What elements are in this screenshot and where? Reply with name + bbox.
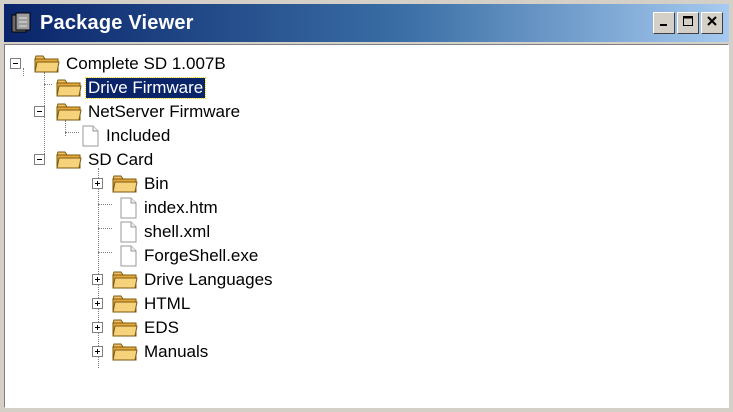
file-icon [80, 125, 100, 147]
expand-icon[interactable] [92, 346, 103, 357]
collapse-icon[interactable] [10, 58, 21, 69]
title-bar[interactable]: Package Viewer [4, 4, 729, 42]
tree-connector [98, 228, 112, 229]
folder-icon [34, 54, 60, 74]
folder-icon [112, 294, 138, 314]
folder-icon [56, 78, 82, 98]
tree-node-label: Drive Languages [144, 270, 273, 289]
tree-node-drive-languages[interactable]: Drive Languages [92, 268, 275, 292]
expand-icon[interactable] [92, 298, 103, 309]
folder-icon [112, 342, 138, 362]
tree-node-label: Drive Firmware [84, 77, 207, 99]
tree-node-bin[interactable]: Bin [92, 172, 171, 196]
close-icon [706, 14, 718, 32]
tree-node-included[interactable]: Included [80, 124, 172, 148]
minimize-icon [658, 14, 670, 32]
folder-icon [56, 102, 82, 122]
file-icon [118, 221, 138, 243]
folder-icon [56, 150, 82, 170]
tree-node-root[interactable]: Complete SD 1.007B [10, 52, 228, 76]
expand-icon[interactable] [92, 274, 103, 285]
tree-node-label: index.htm [144, 198, 218, 217]
tree-node-label: Manuals [144, 342, 209, 361]
minimize-button[interactable] [653, 12, 675, 34]
expand-icon[interactable] [92, 322, 103, 333]
tree-node-label: SD Card [88, 150, 154, 169]
tree-node-eds[interactable]: EDS [92, 316, 181, 340]
tree-node-drive-firmware[interactable]: Drive Firmware [56, 76, 207, 100]
maximize-button[interactable] [677, 12, 699, 34]
tree-node-label: Included [106, 126, 171, 145]
collapse-icon[interactable] [34, 154, 45, 165]
tree-node-sd-card[interactable]: SD Card [34, 148, 155, 172]
tree-node-html[interactable]: HTML [92, 292, 192, 316]
tree-node-manuals[interactable]: Manuals [92, 340, 210, 364]
window-controls [653, 12, 723, 34]
tree-node-label: Bin [144, 174, 169, 193]
tree-connector [98, 252, 112, 253]
folder-icon [112, 174, 138, 194]
tree-connector [44, 84, 52, 85]
maximize-icon [682, 14, 694, 32]
expand-icon[interactable] [92, 178, 103, 189]
tree-node-shell-xml[interactable]: shell.xml [118, 220, 212, 244]
tree-connector [98, 204, 112, 205]
tree-node-label: HTML [144, 294, 191, 313]
window-title: Package Viewer [40, 11, 194, 34]
tree-node-index-htm[interactable]: index.htm [118, 196, 220, 220]
package-tree: Complete SD 1.007B Drive Firmware NetSer… [8, 44, 728, 404]
file-icon [118, 197, 138, 219]
tree-node-label: EDS [144, 318, 179, 337]
file-icon [118, 245, 138, 267]
tree-connector [65, 132, 79, 133]
tree-node-netserver-firmware[interactable]: NetServer Firmware [34, 100, 242, 124]
tree-node-label: shell.xml [144, 222, 211, 241]
tree-node-forgeshell-exe[interactable]: ForgeShell.exe [118, 244, 260, 268]
app-icon [10, 11, 34, 35]
package-viewer-window: Package Viewer Complete SD 1.007B Drive … [0, 0, 733, 412]
folder-icon [112, 270, 138, 290]
folder-icon [112, 318, 138, 338]
collapse-icon[interactable] [34, 106, 45, 117]
tree-node-label: ForgeShell.exe [144, 246, 259, 265]
close-button[interactable] [701, 12, 723, 34]
tree-node-label: NetServer Firmware [88, 102, 241, 121]
tree-node-label: Complete SD 1.007B [66, 54, 226, 73]
